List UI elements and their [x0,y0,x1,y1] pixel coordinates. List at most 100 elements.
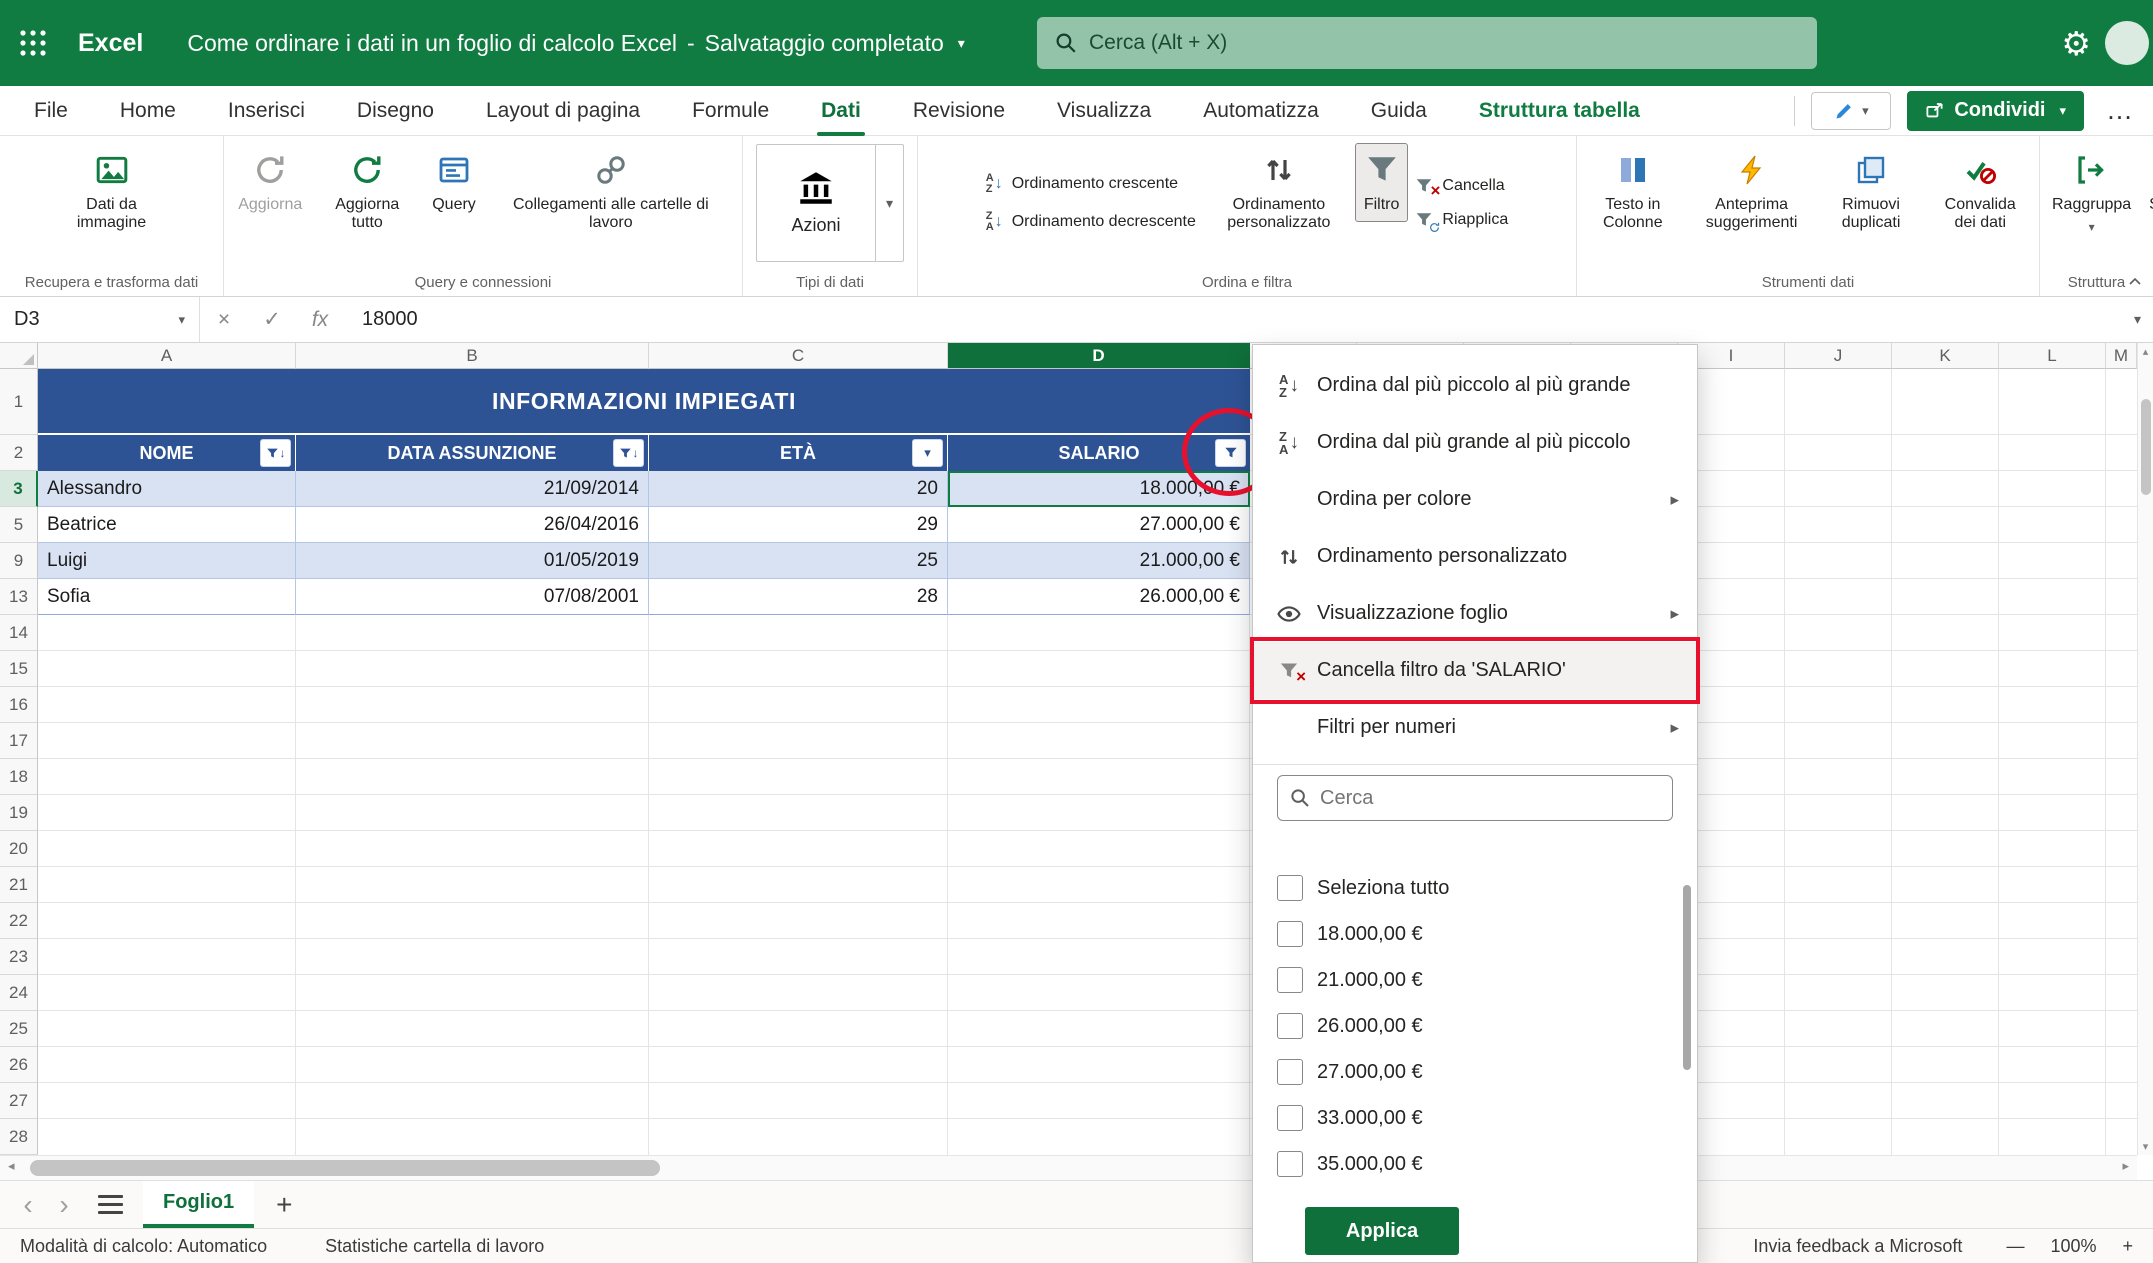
collapse-ribbon-icon[interactable] [2127,274,2143,290]
row-header-20[interactable]: 20 [0,831,38,867]
filter-option-1[interactable]: 18.000,00 € [1277,911,1681,957]
checkbox-icon[interactable] [1277,1105,1303,1131]
cell-D3-selected[interactable]: 18.000,00 € [948,471,1250,507]
more-options-button[interactable]: … [2100,95,2139,126]
header-cell-salario[interactable]: SALARIO [948,435,1250,471]
menu-item-sort-by-color[interactable]: Ordina per colore ▸ [1253,471,1697,528]
menu-item-sheet-view[interactable]: Visualizzazione foglio ▸ [1253,585,1697,642]
app-name[interactable]: Excel [78,29,143,58]
cell-B9[interactable]: 01/05/2019 [296,543,649,579]
header-cell-nome[interactable]: NOME ↓ [38,435,296,471]
row-header-2[interactable]: 2 [0,435,38,471]
ribbon-tab-struttura-tabella[interactable]: Struttura tabella [1453,86,1666,136]
cell-B5[interactable]: 26/04/2016 [296,507,649,543]
workbook-links-button[interactable]: Collegamenti alle cartelle di lavoro [486,144,736,240]
scroll-left-icon[interactable]: ◂ [8,1158,15,1174]
row-header-16[interactable]: 16 [0,687,38,723]
ribbon-tab-dati[interactable]: Dati [795,86,887,136]
row-header-15[interactable]: 15 [0,651,38,687]
cell-A9[interactable]: Luigi [38,543,296,579]
avatar[interactable] [2105,21,2149,65]
menu-item-clear-filter-salario[interactable]: × Cancella filtro da 'SALARIO' [1253,642,1697,699]
ribbon-tab-file[interactable]: File [8,86,94,136]
zoom-out-button[interactable]: — [2006,1236,2024,1257]
refresh-all-button[interactable]: Aggiorna tutto [312,144,422,240]
column-header-A[interactable]: A [38,343,296,369]
ribbon-tab-inserisci[interactable]: Inserisci [202,86,331,136]
salario-filter-button[interactable] [1216,440,1245,466]
horizontal-scrollbar[interactable]: ◂ ▸ [0,1155,2137,1180]
vertical-scrollbar[interactable]: ▴ ▾ [2137,343,2153,1155]
ungroup-button[interactable]: Separa [2141,144,2153,221]
cell-D5[interactable]: 27.000,00 € [948,507,1250,543]
column-header-D[interactable]: D [948,343,1250,369]
menu-item-sort-ascending[interactable]: AZ↓ Ordina dal più piccolo al più grande [1253,357,1697,414]
checkbox-icon[interactable] [1277,875,1303,901]
row-header-1[interactable]: 1 [0,369,38,435]
scroll-up-icon[interactable]: ▴ [2138,345,2153,358]
document-title[interactable]: Come ordinare i dati in un foglio di cal… [187,30,964,57]
row-header-23[interactable]: 23 [0,939,38,975]
row-header-25[interactable]: 25 [0,1011,38,1047]
menu-search-input[interactable] [1320,787,1660,810]
cell-A13[interactable]: Sofia [38,579,296,615]
checkbox-icon[interactable] [1277,967,1303,993]
row-header-3[interactable]: 3 [0,471,38,507]
filter-option-6[interactable]: 35.000,00 € [1277,1141,1681,1187]
nome-sort-filter-button[interactable]: ↓ [261,440,290,466]
checkbox-icon[interactable] [1277,921,1303,947]
formula-input[interactable]: 18000 [362,308,418,331]
insert-function-icon[interactable]: fx [296,308,344,332]
cell-C3[interactable]: 20 [649,471,948,507]
remove-duplicates-button[interactable]: Rimuovi duplicati [1819,144,1924,240]
data-validation-button[interactable]: Convalida dei dati [1926,144,2036,240]
app-launcher-button[interactable] [0,0,66,86]
ribbon-tab-guida[interactable]: Guida [1345,86,1453,136]
name-box[interactable]: D3 ▾ [0,297,200,342]
ribbon-tab-automatizza[interactable]: Automatizza [1177,86,1345,136]
select-all-corner[interactable] [0,343,38,369]
query-button[interactable]: Query [424,144,484,221]
confirm-entry-icon[interactable]: ✓ [248,307,296,332]
column-header-J[interactable]: J [1785,343,1892,369]
custom-sort-button[interactable]: Ordinamento personalizzato [1204,144,1354,240]
pen-mode-button[interactable]: ▾ [1811,92,1891,130]
cell-C5[interactable]: 29 [649,507,948,543]
azioni-dropdown-arrow[interactable]: ▾ [875,145,903,261]
row-header-26[interactable]: 26 [0,1047,38,1083]
cell-D9[interactable]: 21.000,00 € [948,543,1250,579]
row-header-5[interactable]: 5 [0,507,38,543]
data-from-image-button[interactable]: Dati da immagine [42,144,182,240]
sheet-nav-prev-icon[interactable]: ‹ [14,1191,42,1219]
sort-descending-button[interactable]: ZA↓ Ordinamento decrescente [980,207,1202,237]
column-header-K[interactable]: K [1892,343,1999,369]
workbook-stats[interactable]: Statistiche cartella di lavoro [325,1236,544,1257]
reapply-filter-button[interactable]: Riapplica [1409,207,1514,233]
filter-button[interactable]: Filtro [1356,144,1408,221]
row-header-27[interactable]: 27 [0,1083,38,1119]
sheet-list-icon[interactable] [98,1195,123,1214]
header-cell-eta[interactable]: ETÀ ▾ [649,435,948,471]
checkbox-icon[interactable] [1277,1151,1303,1177]
calc-mode-status[interactable]: Modalità di calcolo: Automatico [20,1236,267,1257]
menu-item-custom-sort[interactable]: Ordinamento personalizzato [1253,528,1697,585]
checkbox-icon[interactable] [1277,1013,1303,1039]
row-header-24[interactable]: 24 [0,975,38,1011]
azioni-dropdown[interactable]: Azioni ▾ [756,144,904,262]
column-header-M[interactable]: M [2106,343,2137,369]
search-input[interactable] [1089,31,1799,55]
cell-A3[interactable]: Alessandro [38,471,296,507]
feedback-link[interactable]: Invia feedback a Microsoft [1753,1236,1962,1257]
column-header-L[interactable]: L [1999,343,2106,369]
filter-option-2[interactable]: 21.000,00 € [1277,957,1681,1003]
row-header-13[interactable]: 13 [0,579,38,615]
cancel-entry-icon[interactable]: × [200,308,248,332]
row-header-18[interactable]: 18 [0,759,38,795]
sheet-tab-foglio1[interactable]: Foglio1 [143,1181,254,1228]
row-header-9[interactable]: 9 [0,543,38,579]
settings-gear-icon[interactable]: ⚙ [2061,0,2091,86]
expand-formula-bar-icon[interactable]: ▾ [2134,311,2141,328]
horizontal-scroll-thumb[interactable] [30,1160,660,1176]
column-header-B[interactable]: B [296,343,649,369]
cell-D13[interactable]: 26.000,00 € [948,579,1250,615]
